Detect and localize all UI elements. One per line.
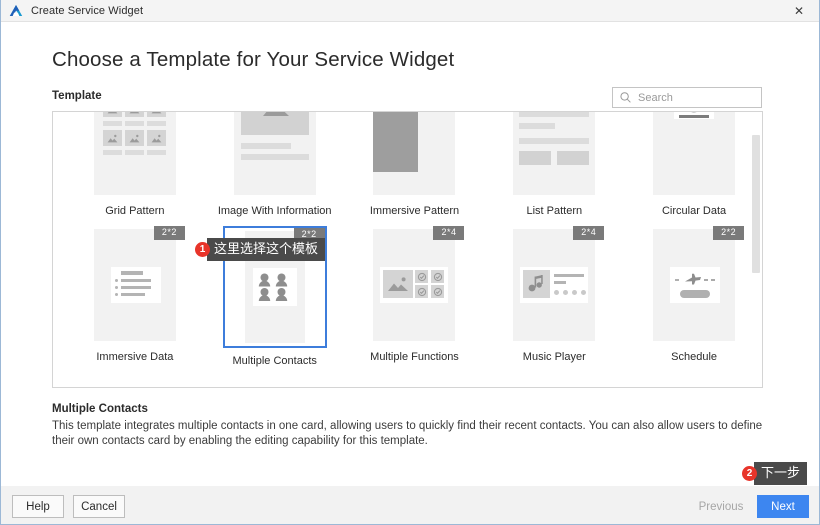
immersive-data-thumb-icon [93, 229, 176, 341]
annotation-badge: 2 [742, 466, 757, 481]
schedule-thumb-icon [653, 229, 736, 341]
annotation-badge: 1 [195, 242, 210, 257]
template-thumb-wrap: 2*2 [85, 226, 185, 344]
annotation-text: 这里选择这个模板 [201, 238, 326, 261]
template-section-label: Template [52, 90, 102, 102]
annotation-text: 下一步 [748, 462, 808, 485]
template-card-multiple-functions[interactable]: 2*4 Multiple Functions [349, 226, 481, 372]
template-card-label: List Pattern [526, 205, 583, 217]
annotation-callout-2: 2 下一步 [742, 462, 808, 485]
dialog-footer: Help Cancel Previous Next [1, 486, 819, 524]
close-icon[interactable]: ✕ [777, 0, 819, 22]
template-row: 2*2 Immersive Data 2*2 Multiple Contacts… [53, 226, 762, 372]
create-service-widget-dialog: Create Service Widget ✕ Choose a Templat… [0, 0, 820, 525]
template-thumb-wrap: 2*4 [364, 226, 465, 344]
template-card-label: Immersive Data [96, 351, 174, 363]
template-card-label: Schedule [671, 351, 718, 363]
template-size-badge: 2*4 [433, 226, 465, 240]
template-card-circular-data[interactable]: Circular Data [628, 112, 760, 226]
template-card-label: Immersive Pattern [369, 205, 460, 217]
cancel-button-label: Cancel [81, 500, 117, 513]
template-thumb-wrap [225, 112, 325, 198]
template-grid-scrollbar[interactable] [751, 113, 761, 387]
template-card-immersive-pattern[interactable]: Immersive Pattern [349, 112, 481, 226]
cancel-button[interactable]: Cancel [73, 495, 125, 518]
template-card-label: Grid Pattern [105, 205, 165, 217]
scrollbar-thumb[interactable] [752, 135, 760, 273]
template-thumb-wrap [504, 112, 604, 198]
list-pattern-thumb-icon [513, 112, 596, 195]
search-icon [619, 91, 632, 104]
search-placeholder: Search [638, 91, 673, 104]
description-title: Multiple Contacts [52, 403, 148, 415]
next-button-label: Next [771, 500, 795, 513]
template-thumb-wrap: 2*4 [504, 226, 605, 344]
annotation-callout-1: 1 这里选择这个模板 [195, 238, 326, 261]
template-grid-scroll-content: Grid Pattern Image With Information Imme… [53, 112, 762, 372]
help-button[interactable]: Help [12, 495, 64, 518]
template-card-label: Music Player [522, 351, 586, 363]
deveco-logo-icon [8, 3, 24, 19]
title-bar: Create Service Widget ✕ [1, 0, 819, 22]
next-button[interactable]: Next [757, 495, 809, 518]
previous-button-label: Previous [698, 500, 744, 513]
help-button-label: Help [26, 500, 50, 513]
immersive-pattern-thumb-icon [373, 112, 456, 195]
template-card-list-pattern[interactable]: List Pattern [488, 112, 620, 226]
page-title: Choose a Template for Your Service Widge… [52, 48, 455, 71]
window-title: Create Service Widget [31, 4, 144, 17]
template-card-image-with-information[interactable]: Image With Information [209, 112, 341, 226]
template-thumb-wrap [364, 112, 464, 198]
template-card-label: Multiple Functions [370, 351, 459, 363]
template-card-music-player[interactable]: 2*4 Music Player [488, 226, 620, 372]
grid-pattern-thumb-icon [93, 112, 176, 195]
template-card-label: Multiple Contacts [232, 355, 317, 367]
multiple-functions-thumb-icon [373, 229, 456, 341]
template-card-label: Circular Data [661, 205, 727, 217]
template-card-label: Image With Information [217, 205, 332, 217]
template-card-grid-pattern[interactable]: Grid Pattern [69, 112, 201, 226]
template-thumb-wrap: 2*2 [644, 226, 745, 344]
music-player-thumb-icon [513, 229, 596, 341]
image-with-information-thumb-icon [233, 112, 316, 195]
template-grid[interactable]: Grid Pattern Image With Information Imme… [52, 111, 763, 388]
dialog-body: Choose a Template for Your Service Widge… [1, 22, 819, 486]
template-size-badge: 2*2 [153, 226, 185, 240]
previous-button[interactable]: Previous [690, 495, 752, 518]
template-size-badge: 2*4 [573, 226, 605, 240]
search-input[interactable]: Search [612, 87, 762, 108]
template-card-immersive-data[interactable]: 2*2 Immersive Data [69, 226, 201, 372]
template-thumb-wrap [644, 112, 744, 198]
template-card-schedule[interactable]: 2*2 Schedule [628, 226, 760, 372]
template-size-badge: 2*2 [713, 226, 745, 240]
circular-data-thumb-icon [653, 112, 736, 195]
template-thumb-wrap [85, 112, 185, 198]
description-text: This template integrates multiple contac… [52, 420, 763, 447]
template-row: Grid Pattern Image With Information Imme… [53, 112, 762, 226]
